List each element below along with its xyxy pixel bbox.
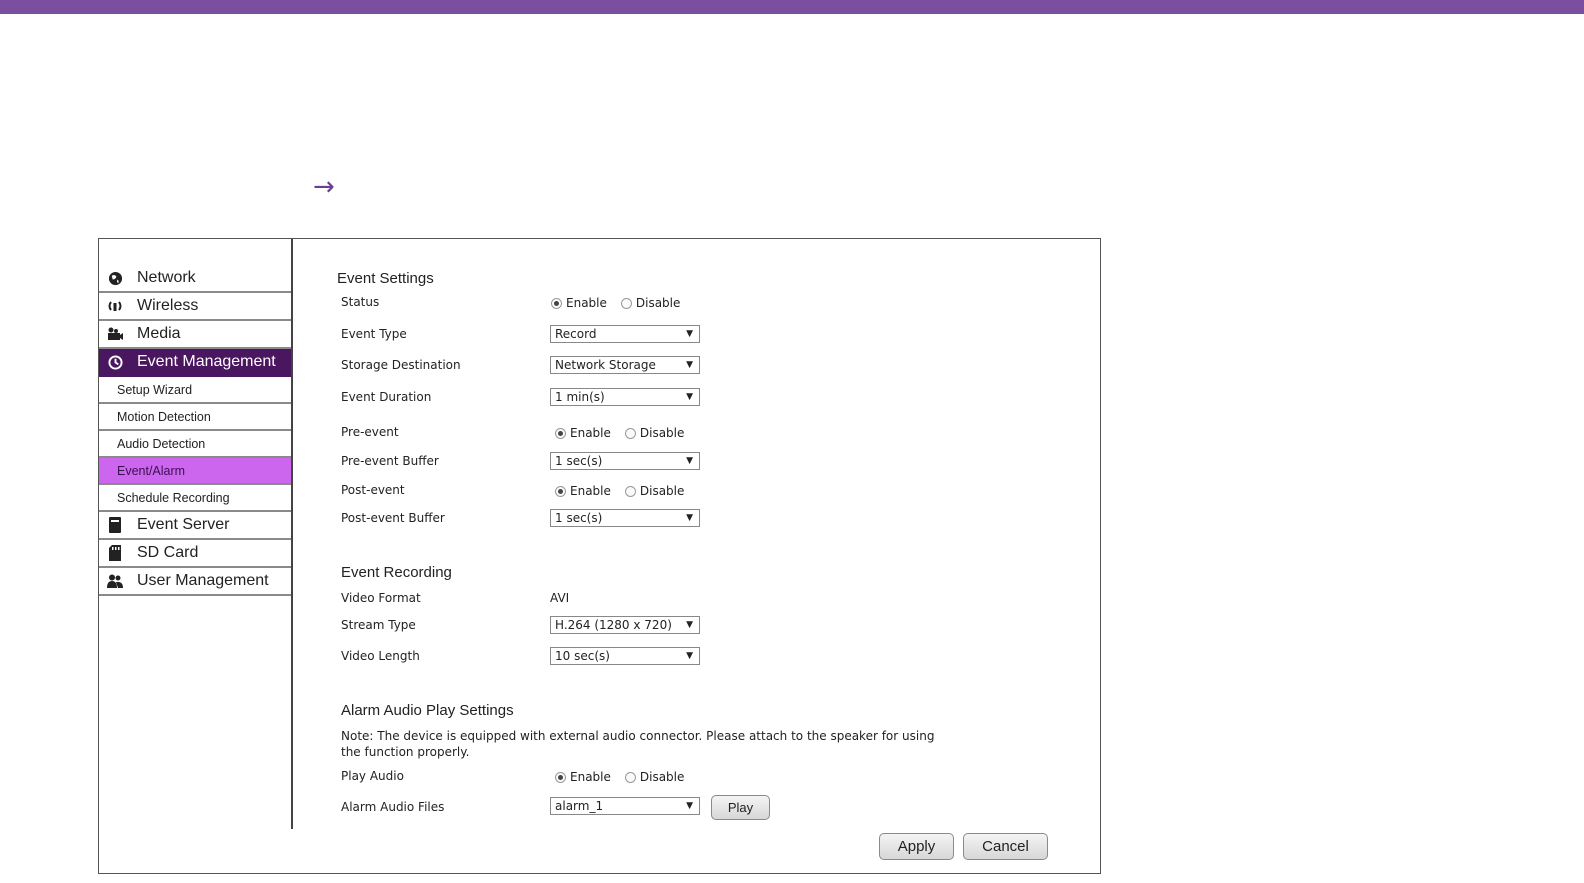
event-server-icon — [107, 517, 123, 533]
sidebar-item-event-management[interactable]: Event Management — [99, 349, 291, 377]
sidebar-subitem-event-alarm[interactable]: Event/Alarm — [99, 458, 291, 485]
post-event-buffer-select[interactable]: 1 sec(s) ▼ — [550, 509, 700, 527]
sidebar-item-label: Wireless — [137, 297, 199, 314]
wireless-icon — [107, 298, 123, 314]
settings-window: Network Wireless Media Event Management — [98, 238, 1101, 874]
event-type-value: Record — [555, 327, 597, 341]
status-enable-radio[interactable] — [551, 297, 562, 309]
alarm-audio-note: Note: The device is equipped with extern… — [341, 729, 935, 759]
chevron-down-icon: ▼ — [686, 513, 693, 523]
event-management-icon — [107, 354, 123, 370]
sidebar-subitem-setup-wizard[interactable]: Setup Wizard — [99, 377, 291, 404]
sidebar-subitem-motion-detection[interactable]: Motion Detection — [99, 404, 291, 431]
pre-event-enable-label: Enable — [570, 426, 611, 440]
main-content: Event Settings Status Enable Disable Eve… — [293, 239, 1098, 873]
video-length-value: 10 sec(s) — [555, 649, 610, 663]
storage-destination-value: Network Storage — [555, 358, 656, 372]
sidebar-item-network[interactable]: Network — [99, 265, 291, 293]
chevron-down-icon: ▼ — [686, 360, 693, 370]
pre-event-disable-radio[interactable] — [624, 427, 636, 439]
video-format-label: Video Format — [341, 591, 421, 605]
globe-icon — [107, 270, 123, 286]
play-audio-enable-label: Enable — [570, 770, 611, 784]
status-disable-radio[interactable] — [620, 297, 632, 309]
chevron-down-icon: ▼ — [686, 392, 693, 402]
alarm-audio-files-value: alarm_1 — [555, 799, 604, 813]
play-audio-disable-radio[interactable] — [624, 771, 636, 783]
sidebar: Network Wireless Media Event Management — [99, 239, 293, 829]
top-accent-bar — [0, 0, 1584, 14]
event-settings-title: Event Settings — [337, 270, 434, 287]
sidebar-item-label: Media — [137, 325, 181, 342]
sidebar-item-label: User Management — [137, 572, 269, 589]
sidebar-subitem-audio-detection[interactable]: Audio Detection — [99, 431, 291, 458]
status-disable-label: Disable — [635, 296, 681, 310]
event-duration-select[interactable]: 1 min(s) ▼ — [550, 388, 700, 406]
sidebar-item-label: SD Card — [137, 544, 199, 561]
pre-event-buffer-select[interactable]: 1 sec(s) ▼ — [550, 452, 700, 470]
alarm-audio-title: Alarm Audio Play Settings — [341, 702, 514, 719]
pre-event-label: Pre-event — [341, 425, 399, 439]
play-button[interactable]: Play — [711, 795, 770, 820]
post-event-radio-group: Enable Disable — [555, 484, 684, 498]
status-radio-group: Enable Disable — [551, 296, 680, 310]
video-length-label: Video Length — [341, 649, 420, 663]
sd-card-icon — [107, 545, 123, 561]
post-event-enable-label: Enable — [570, 484, 611, 498]
sidebar-item-label: Network — [137, 269, 196, 286]
pre-event-radio-group: Enable Disable — [555, 426, 684, 440]
stream-type-value: H.264 (1280 x 720) — [555, 618, 672, 632]
status-label: Status — [341, 295, 380, 309]
stream-type-select[interactable]: H.264 (1280 x 720) ▼ — [550, 616, 700, 634]
video-format-value: AVI — [550, 591, 570, 605]
post-event-enable-radio[interactable] — [555, 485, 566, 497]
sidebar-item-sd-card[interactable]: SD Card — [99, 540, 291, 568]
storage-destination-label: Storage Destination — [341, 358, 461, 372]
sidebar-item-user-management[interactable]: User Management — [99, 568, 291, 596]
alarm-audio-files-select[interactable]: alarm_1 ▼ — [550, 797, 700, 815]
chevron-down-icon: ▼ — [686, 651, 693, 661]
alarm-audio-files-label: Alarm Audio Files — [341, 800, 445, 814]
chevron-down-icon: ▼ — [686, 329, 693, 339]
play-audio-radio-group: Enable Disable — [555, 770, 684, 784]
pre-event-buffer-label: Pre-event Buffer — [341, 454, 439, 468]
sidebar-item-wireless[interactable]: Wireless — [99, 293, 291, 321]
chevron-down-icon: ▼ — [686, 801, 693, 811]
event-duration-label: Event Duration — [341, 390, 432, 404]
post-event-buffer-label: Post-event Buffer — [341, 511, 445, 525]
media-icon — [107, 326, 123, 342]
storage-destination-select[interactable]: Network Storage ▼ — [550, 356, 700, 374]
user-management-icon — [107, 573, 123, 589]
right-arrow-icon: → — [313, 172, 335, 202]
sidebar-item-label: Event Server — [137, 516, 230, 533]
post-event-buffer-value: 1 sec(s) — [555, 511, 603, 525]
video-length-select[interactable]: 10 sec(s) ▼ — [550, 647, 700, 665]
pre-event-enable-radio[interactable] — [555, 427, 566, 439]
status-enable-label: Enable — [566, 296, 607, 310]
event-duration-value: 1 min(s) — [555, 390, 605, 404]
event-type-select[interactable]: Record ▼ — [550, 325, 700, 343]
play-audio-disable-label: Disable — [639, 770, 685, 784]
apply-button[interactable]: Apply — [879, 833, 954, 860]
pre-event-disable-label: Disable — [639, 426, 685, 440]
chevron-down-icon: ▼ — [686, 620, 693, 630]
stream-type-label: Stream Type — [341, 618, 416, 632]
play-audio-label: Play Audio — [341, 769, 404, 783]
sidebar-item-label: Event Management — [137, 353, 276, 370]
play-audio-enable-radio[interactable] — [555, 771, 566, 783]
pre-event-buffer-value: 1 sec(s) — [555, 454, 603, 468]
post-event-disable-label: Disable — [639, 484, 685, 498]
event-recording-title: Event Recording — [341, 564, 452, 581]
sidebar-item-event-server[interactable]: Event Server — [99, 512, 291, 540]
sidebar-item-media[interactable]: Media — [99, 321, 291, 349]
sidebar-subitem-schedule-recording[interactable]: Schedule Recording — [99, 485, 291, 512]
chevron-down-icon: ▼ — [686, 456, 693, 466]
event-type-label: Event Type — [341, 327, 407, 341]
post-event-label: Post-event — [341, 483, 405, 497]
cancel-button[interactable]: Cancel — [963, 833, 1048, 860]
post-event-disable-radio[interactable] — [624, 485, 636, 497]
